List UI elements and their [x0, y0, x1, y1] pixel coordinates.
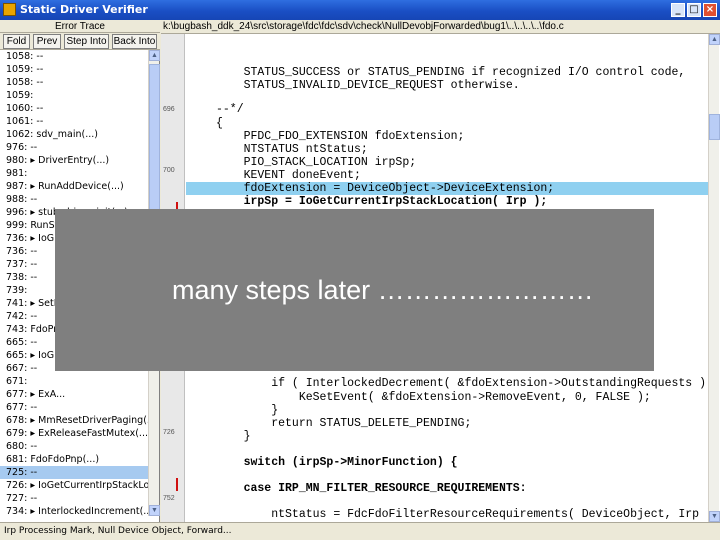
code-line: case IRP_MN_FILTER_RESOURCE_REQUIREMENTS…	[216, 482, 527, 495]
prev-button[interactable]: Prev	[33, 34, 61, 49]
minimize-button[interactable]: _	[671, 3, 685, 17]
trace-item[interactable]: 987: ▸ RunAddDevice(...)	[0, 180, 148, 193]
source-path: k:\bugbash_ddk_24\src\storage\fdc\fdc\sd…	[161, 20, 720, 34]
scroll-down-icon[interactable]: ▼	[709, 511, 720, 522]
trace-item[interactable]: 725: --	[0, 466, 148, 479]
trace-item[interactable]: 1060: --	[0, 102, 148, 115]
trace-item[interactable]: 1061: --	[0, 115, 148, 128]
code-line: switch (irpSp->MinorFunction) {	[216, 456, 458, 469]
fold-button[interactable]: Fold	[3, 34, 30, 49]
gutter-line-number: 752	[163, 495, 175, 502]
close-button[interactable]: ×	[703, 3, 717, 17]
app-window: Static Driver Verifier _ □ × Error Trace…	[0, 0, 720, 540]
code-line: }	[216, 404, 279, 417]
scroll-up-icon[interactable]: ▲	[149, 50, 160, 61]
trace-item[interactable]: 734: ▸ InterlockedIncrement(...)	[0, 505, 148, 516]
maximize-button[interactable]: □	[687, 3, 701, 17]
trace-item[interactable]: 1058: --	[0, 76, 148, 89]
trace-item[interactable]: 980: ▸ DriverEntry(...)	[0, 154, 148, 167]
code-line: PIO_STACK_LOCATION irpSp;	[216, 156, 417, 169]
error-marker	[176, 478, 178, 491]
trace-item[interactable]: 678: ▸ MmResetDriverPaging(...)	[0, 414, 148, 427]
trace-item[interactable]: 976: --	[0, 141, 148, 154]
trace-item[interactable]: 1062: sdv_main(...)	[0, 128, 148, 141]
code-line: return STATUS_DELETE_PENDING;	[216, 417, 472, 430]
code-line: KEVENT doneEvent;	[216, 169, 361, 182]
trace-item[interactable]: 681: FdoFdoPnp(...)	[0, 453, 148, 466]
status-bar: Irp Processing Mark, Null Device Object,…	[0, 522, 720, 540]
window-title: Static Driver Verifier	[20, 3, 148, 16]
trace-item[interactable]: 726: ▸ IoGetCurrentIrpStackLoca	[0, 479, 148, 492]
back-into-button[interactable]: Back Into	[112, 34, 157, 49]
trace-item[interactable]: 679: ▸ ExReleaseFastMutex(...)	[0, 427, 148, 440]
scroll-thumb[interactable]	[709, 114, 720, 140]
code-line: irpSp = IoGetCurrentIrpStackLocation( Ir…	[216, 195, 548, 208]
trace-item[interactable]: 1059: --	[0, 63, 148, 76]
trace-item[interactable]: 1059:	[0, 89, 148, 102]
scroll-up-icon[interactable]: ▲	[709, 34, 720, 45]
code-line: NTSTATUS ntStatus;	[216, 143, 368, 156]
code-line: STATUS_INVALID_DEVICE_REQUEST otherwise.	[216, 79, 520, 92]
trace-item[interactable]: 680: --	[0, 440, 148, 453]
trace-item[interactable]: 671:	[0, 375, 148, 388]
gutter-line-number: 700	[163, 167, 175, 174]
trace-item[interactable]: 988: --	[0, 193, 148, 206]
source-scrollbar[interactable]: ▲ ▼	[708, 34, 720, 522]
code-line: KeSetEvent( &fdoExtension->RemoveEvent, …	[216, 391, 651, 404]
code-line: PFDC_FDO_EXTENSION fdoExtension;	[216, 130, 465, 143]
code-line: {	[216, 117, 223, 130]
overlay-caption: many steps later ……………………	[172, 275, 594, 305]
trace-item[interactable]: 1058: --	[0, 50, 148, 63]
gutter-line-number: 696	[163, 106, 175, 113]
trace-item[interactable]: 677: ▸ ExA...	[0, 388, 148, 401]
trace-item[interactable]: 727: --	[0, 492, 148, 505]
step-into-button[interactable]: Step Into	[64, 34, 109, 49]
app-icon	[3, 3, 16, 16]
trace-item[interactable]: 677: --	[0, 401, 148, 414]
scroll-down-icon[interactable]: ▼	[149, 505, 160, 516]
error-trace-header: Error Trace	[0, 20, 160, 33]
code-line: }	[216, 430, 251, 443]
gutter-line-number: 726	[163, 429, 175, 436]
trace-item[interactable]: 981:	[0, 167, 148, 180]
code-line: if ( InterlockedDecrement( &fdoExtension…	[271, 377, 706, 390]
slide-overlay: many steps later ……………………	[55, 209, 654, 371]
code-line: fdoExtension = DeviceObject->DeviceExten…	[216, 182, 555, 195]
title-bar[interactable]: Static Driver Verifier _ □ ×	[0, 0, 720, 20]
code-line: --*/	[216, 103, 244, 116]
code-line: STATUS_SUCCESS or STATUS_PENDING if reco…	[216, 66, 686, 79]
trace-toolbar: Fold Prev Step Into Back Into	[0, 33, 160, 50]
code-line: ntStatus = FdcFdoFilterResourceRequireme…	[216, 508, 708, 521]
